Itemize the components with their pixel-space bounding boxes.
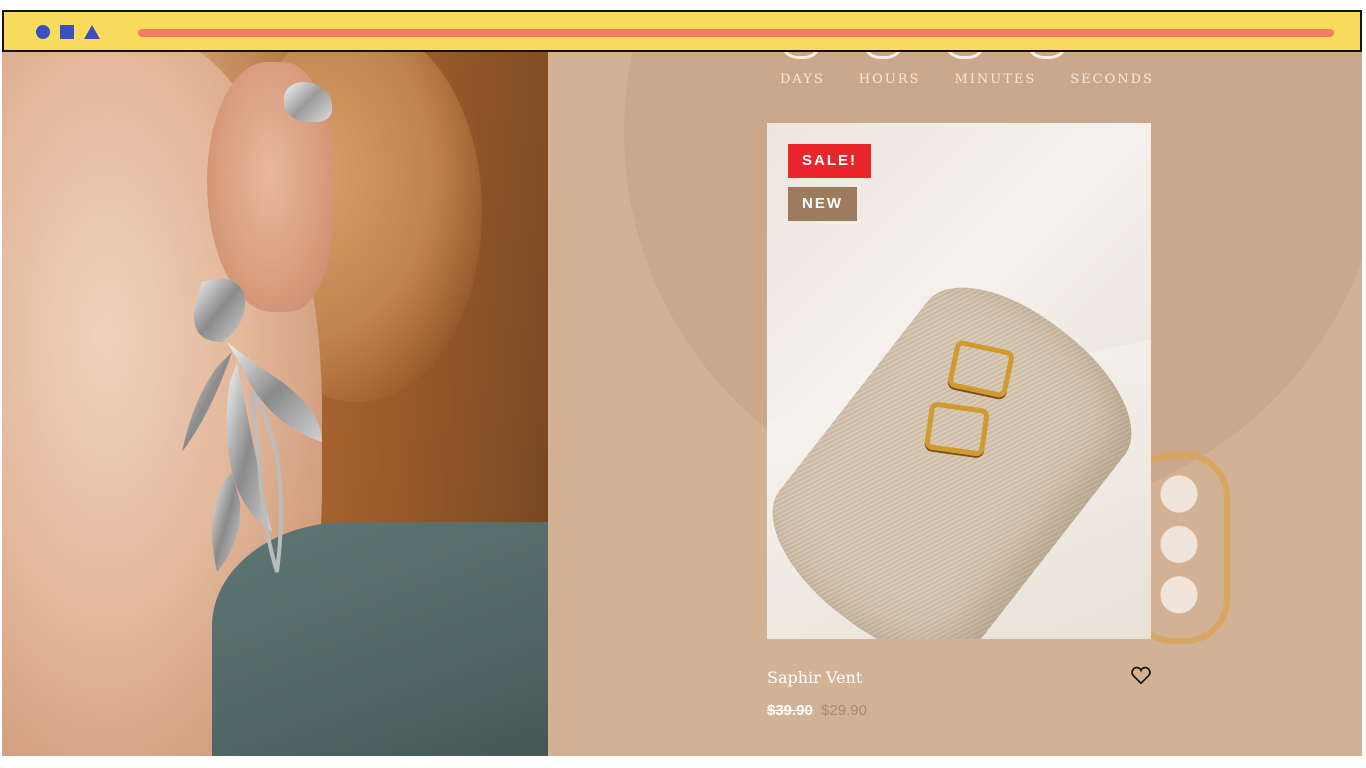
top-bar bbox=[2, 10, 1362, 52]
countdown-labels: DAYS HOURS MINUTES SECONDS bbox=[780, 72, 1154, 87]
original-price: $39.90 bbox=[767, 702, 813, 719]
product-image[interactable]: SALE! NEW bbox=[767, 123, 1151, 639]
countdown-label-hours: HOURS bbox=[858, 72, 921, 87]
countdown-digits bbox=[780, 52, 1068, 59]
product-panel: DAYS HOURS MINUTES SECONDS SALE! NEW Sap… bbox=[548, 52, 1362, 756]
square-icon bbox=[60, 25, 74, 39]
triangle-icon bbox=[84, 25, 100, 39]
countdown-digit bbox=[944, 52, 986, 59]
sale-price: $29.90 bbox=[821, 702, 867, 719]
countdown-label-days: DAYS bbox=[780, 72, 825, 87]
sale-badge: SALE! bbox=[788, 144, 871, 178]
product-name[interactable]: Saphir Vent bbox=[767, 668, 862, 687]
countdown-digit bbox=[1026, 52, 1068, 59]
hoop-earring-icon bbox=[923, 401, 991, 457]
page-content: DAYS HOURS MINUTES SECONDS SALE! NEW Sap… bbox=[2, 52, 1362, 756]
new-badge: NEW bbox=[788, 187, 857, 221]
heart-icon[interactable] bbox=[1130, 664, 1152, 686]
price-row: $39.90 $29.90 bbox=[767, 702, 867, 719]
hero-image bbox=[2, 52, 548, 756]
page-frame: DAYS HOURS MINUTES SECONDS SALE! NEW Sap… bbox=[0, 0, 1366, 768]
countdown-label-minutes: MINUTES bbox=[954, 72, 1037, 87]
progress-bar bbox=[138, 29, 1334, 37]
countdown-digit bbox=[862, 52, 904, 59]
bar-icons bbox=[36, 25, 100, 39]
leaf-earring-icon bbox=[182, 278, 322, 573]
countdown-digit bbox=[780, 52, 822, 59]
circle-icon bbox=[36, 25, 50, 39]
countdown-label-seconds: SECONDS bbox=[1070, 72, 1154, 87]
